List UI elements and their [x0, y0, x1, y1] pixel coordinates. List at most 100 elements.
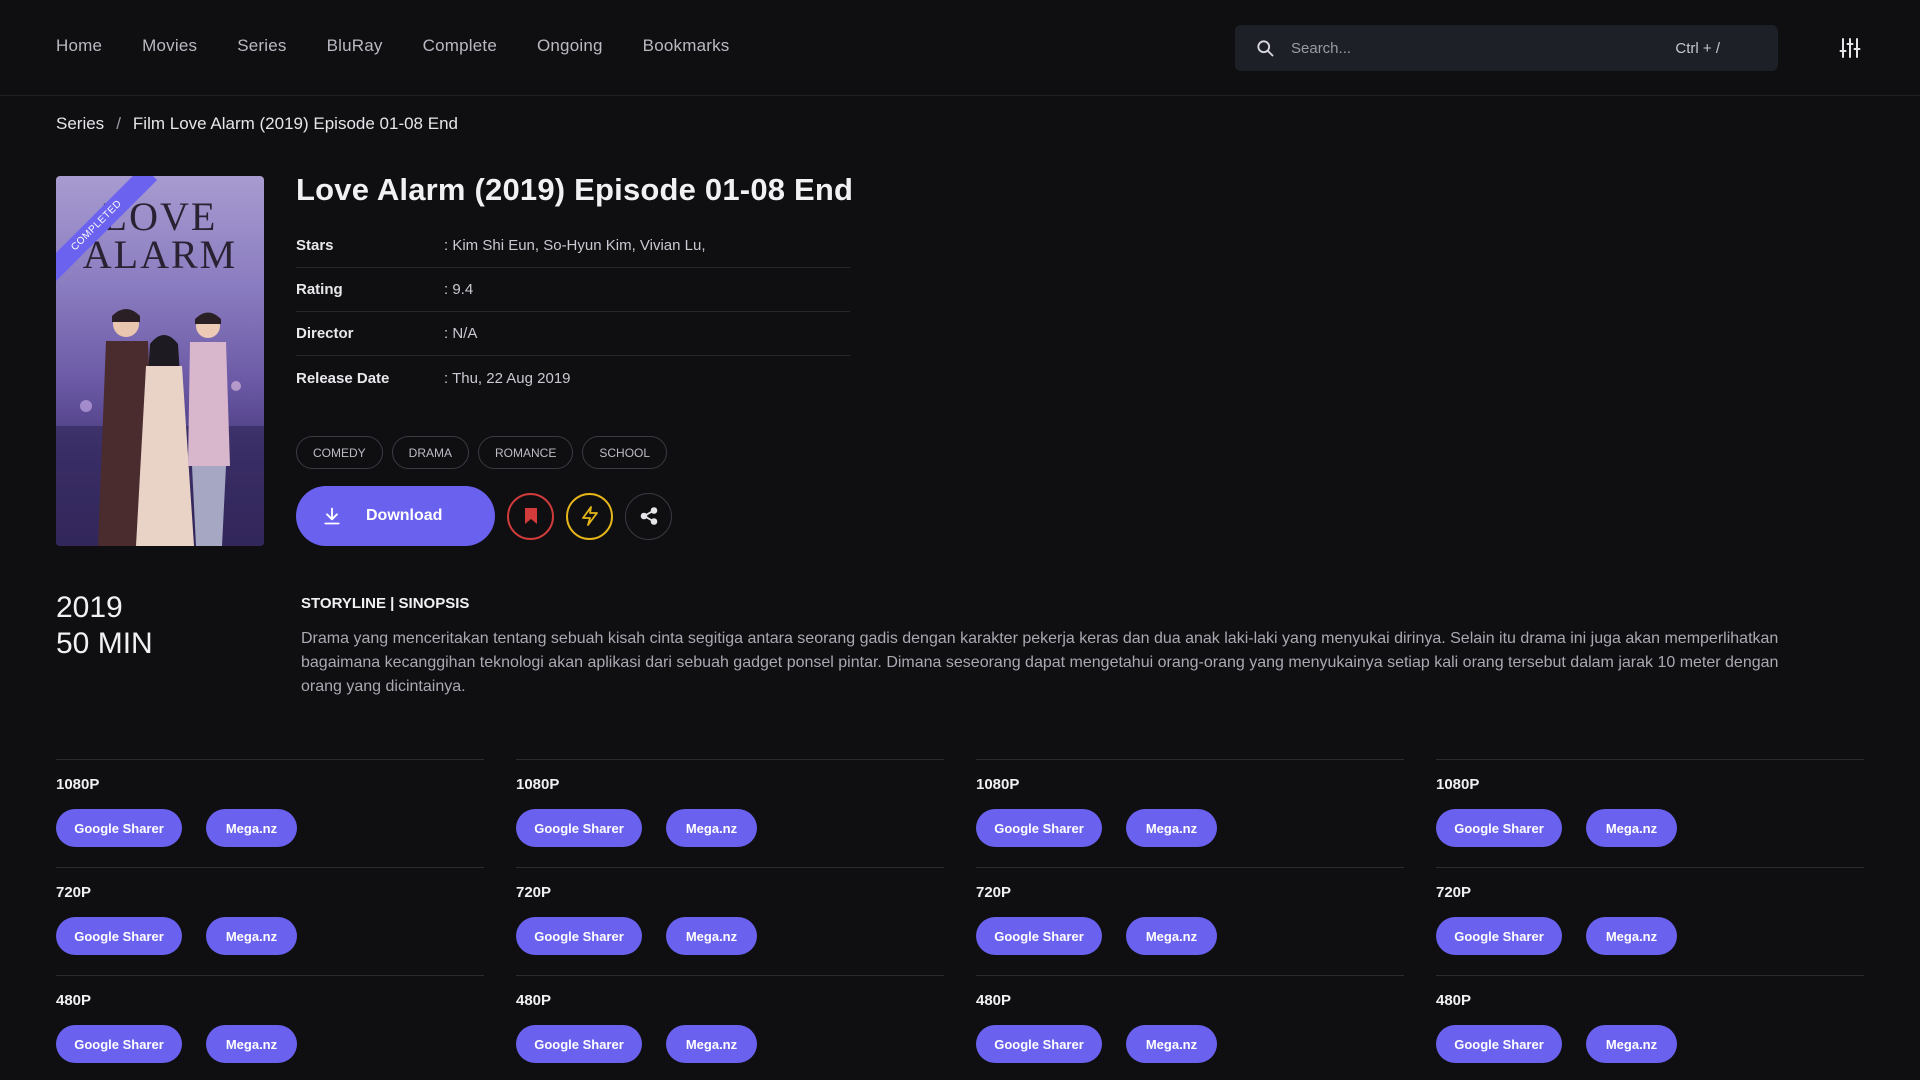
bookmark-button[interactable]: [507, 492, 554, 540]
mega-button[interactable]: Mega.nz: [1126, 809, 1217, 847]
quality-group-720p: 720P Google Sharer Mega.nz: [976, 867, 1404, 975]
google-sharer-button[interactable]: Google Sharer: [1436, 809, 1562, 847]
google-sharer-button[interactable]: Google Sharer: [516, 809, 642, 847]
movie-title: Love Alarm (2019) Episode 01-08 End: [296, 172, 854, 207]
mega-button[interactable]: Mega.nz: [1586, 1025, 1677, 1063]
quality-group-720p: 720P Google Sharer Mega.nz: [1436, 867, 1864, 975]
year-duration: 2019 50 MIN: [56, 590, 153, 662]
meta-value: Kim Shi Eun, So-Hyun Kim, Vivian Lu,: [444, 237, 705, 254]
nav-ongoing[interactable]: Ongoing: [537, 36, 603, 56]
quality-label: 1080P: [1436, 776, 1480, 793]
quick-action-button[interactable]: [566, 492, 613, 540]
nav-bookmarks[interactable]: Bookmarks: [643, 36, 730, 56]
share-icon: [640, 507, 657, 525]
top-bar: Home Movies Series BluRay Complete Ongoi…: [0, 0, 1920, 96]
download-column: 1080P Google Sharer Mega.nz 720P Google …: [976, 759, 1404, 1080]
mega-button[interactable]: Mega.nz: [206, 809, 297, 847]
mega-button[interactable]: Mega.nz: [666, 1025, 757, 1063]
tag-school[interactable]: SCHOOL: [582, 436, 668, 469]
quality-group-1080p: 1080P Google Sharer Mega.nz: [516, 759, 944, 867]
meta-row-release-date: Release Date Thu, 22 Aug 2019: [296, 356, 850, 400]
nav-movies[interactable]: Movies: [142, 36, 197, 56]
share-button[interactable]: [625, 492, 672, 540]
search-box: Ctrl + /: [1235, 25, 1778, 71]
meta-value: N/A: [444, 325, 477, 342]
breadcrumb: Series / Film Love Alarm (2019) Episode …: [56, 114, 458, 134]
quality-label: 1080P: [516, 776, 560, 793]
nav-series[interactable]: Series: [237, 36, 286, 56]
mega-button[interactable]: Mega.nz: [666, 809, 757, 847]
quality-group-1080p: 1080P Google Sharer Mega.nz: [56, 759, 484, 867]
mega-button[interactable]: Mega.nz: [206, 917, 297, 955]
google-sharer-button[interactable]: Google Sharer: [1436, 917, 1562, 955]
google-sharer-button[interactable]: Google Sharer: [56, 809, 182, 847]
breadcrumb-separator: /: [116, 114, 121, 133]
poster-image: LOVE ALARM COMPLETED: [56, 176, 264, 546]
tag-drama[interactable]: DRAMA: [391, 436, 470, 469]
google-sharer-button[interactable]: Google Sharer: [516, 917, 642, 955]
google-sharer-button[interactable]: Google Sharer: [1436, 1025, 1562, 1063]
tag-comedy[interactable]: COMEDY: [296, 436, 383, 469]
quality-label: 480P: [516, 992, 552, 1009]
google-sharer-button[interactable]: Google Sharer: [976, 1025, 1102, 1063]
genre-tags: COMEDY DRAMA ROMANCE SCHOOL: [296, 436, 668, 469]
quality-group-480p: 480P Google Sharer Mega.nz: [516, 975, 944, 1080]
synopsis-text: Drama yang menceritakan tentang sebuah k…: [301, 630, 1779, 695]
main-nav: Home Movies Series BluRay Complete Ongoi…: [56, 36, 730, 56]
nav-home[interactable]: Home: [56, 36, 102, 56]
download-icon: [324, 507, 340, 525]
quality-label: 720P: [56, 884, 92, 901]
quality-label: 1080P: [56, 776, 100, 793]
download-links-grid: 1080P Google Sharer Mega.nz 720P Google …: [56, 759, 1864, 1080]
filter-settings-icon[interactable]: [1838, 36, 1862, 60]
google-sharer-button[interactable]: Google Sharer: [56, 1025, 182, 1063]
breadcrumb-current: Film Love Alarm (2019) Episode 01-08 End: [132, 114, 458, 133]
download-column: 1080P Google Sharer Mega.nz 720P Google …: [1436, 759, 1864, 1080]
mega-button[interactable]: Mega.nz: [206, 1025, 297, 1063]
quality-label: 480P: [1436, 992, 1472, 1009]
google-sharer-button[interactable]: Google Sharer: [56, 917, 182, 955]
meta-row-stars: Stars Kim Shi Eun, So-Hyun Kim, Vivian L…: [296, 224, 850, 268]
search-input[interactable]: [1291, 39, 1661, 57]
quality-group-1080p: 1080P Google Sharer Mega.nz: [976, 759, 1404, 867]
quality-label: 1080P: [976, 776, 1020, 793]
quality-label: 480P: [56, 992, 92, 1009]
meta-key: Rating: [296, 281, 343, 298]
quality-group-1080p: 1080P Google Sharer Mega.nz: [1436, 759, 1864, 867]
mega-button[interactable]: Mega.nz: [1586, 809, 1677, 847]
google-sharer-button[interactable]: Google Sharer: [976, 917, 1102, 955]
nav-bluray[interactable]: BluRay: [327, 36, 383, 56]
download-column: 1080P Google Sharer Mega.nz 720P Google …: [56, 759, 484, 1080]
quality-label: 480P: [976, 992, 1012, 1009]
search-shortcut-hint: Ctrl + /: [1675, 39, 1720, 57]
mega-button[interactable]: Mega.nz: [1126, 917, 1217, 955]
nav-complete[interactable]: Complete: [423, 36, 497, 56]
meta-key: Stars: [296, 237, 334, 254]
quality-group-720p: 720P Google Sharer Mega.nz: [516, 867, 944, 975]
mega-button[interactable]: Mega.nz: [1586, 917, 1677, 955]
quality-label: 720P: [976, 884, 1012, 901]
quality-group-480p: 480P Google Sharer Mega.nz: [56, 975, 484, 1080]
release-year: 2019: [56, 591, 123, 624]
meta-row-director: Director N/A: [296, 312, 850, 356]
meta-key: Release Date: [296, 369, 390, 387]
mega-button[interactable]: Mega.nz: [666, 917, 757, 955]
quality-label: 720P: [1436, 884, 1472, 901]
quality-group-480p: 480P Google Sharer Mega.nz: [1436, 975, 1864, 1080]
search-icon: [1257, 40, 1274, 57]
tag-romance[interactable]: ROMANCE: [478, 436, 574, 469]
google-sharer-button[interactable]: Google Sharer: [516, 1025, 642, 1063]
bookmark-icon: [524, 508, 537, 524]
movie-meta: Stars Kim Shi Eun, So-Hyun Kim, Vivian L…: [296, 224, 850, 400]
download-button[interactable]: Download: [296, 486, 495, 546]
download-column: 1080P Google Sharer Mega.nz 720P Google …: [516, 759, 944, 1080]
quality-label: 720P: [516, 884, 552, 901]
download-label: Download: [366, 507, 443, 524]
google-sharer-button[interactable]: Google Sharer: [976, 809, 1102, 847]
meta-value: Thu, 22 Aug 2019: [444, 370, 570, 387]
lightning-icon: [581, 506, 598, 526]
meta-row-rating: Rating 9.4: [296, 268, 850, 312]
mega-button[interactable]: Mega.nz: [1126, 1025, 1217, 1063]
breadcrumb-series-link[interactable]: Series: [56, 114, 104, 134]
quality-group-480p: 480P Google Sharer Mega.nz: [976, 975, 1404, 1080]
